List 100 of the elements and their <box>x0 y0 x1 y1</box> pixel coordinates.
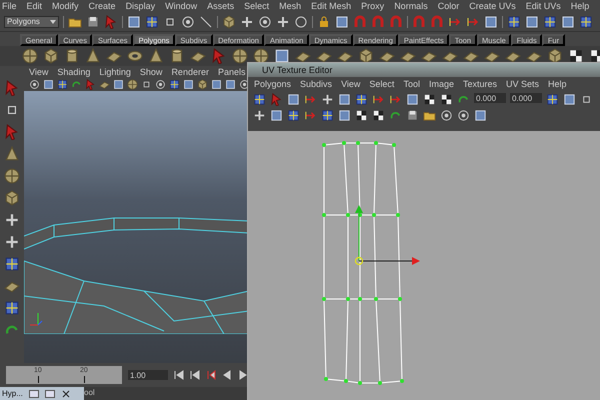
save-icon[interactable] <box>406 109 419 122</box>
box-icon[interactable] <box>335 14 349 28</box>
grid-icon[interactable] <box>546 93 559 106</box>
box-icon[interactable] <box>287 93 300 106</box>
menu-item[interactable]: Create <box>88 1 116 11</box>
target-icon[interactable] <box>440 109 453 122</box>
grid-icon[interactable] <box>57 79 68 90</box>
cross-icon[interactable] <box>4 234 20 250</box>
cone-icon[interactable] <box>85 48 101 64</box>
menu-item[interactable]: Image <box>428 79 454 89</box>
menu-item[interactable]: Edit UVs <box>526 1 561 11</box>
cross-icon[interactable] <box>253 109 266 122</box>
cube-icon[interactable] <box>4 190 20 206</box>
menu-item[interactable]: Display <box>126 1 156 11</box>
box-icon[interactable] <box>338 109 351 122</box>
menu-item[interactable]: Assets <box>207 1 234 11</box>
cube-icon[interactable] <box>43 48 59 64</box>
square-icon[interactable] <box>141 79 152 90</box>
sphere-icon[interactable] <box>127 79 138 90</box>
menu-item[interactable]: Textures <box>462 79 497 89</box>
torus-icon[interactable] <box>127 48 143 64</box>
menu-item[interactable]: View <box>341 79 360 89</box>
grid-icon[interactable] <box>253 93 266 106</box>
box-icon[interactable] <box>561 14 575 28</box>
line-icon[interactable] <box>199 14 213 28</box>
menu-item[interactable]: Select <box>244 1 270 11</box>
viewport-menu-item[interactable]: Show <box>140 67 162 77</box>
arrow-icon[interactable] <box>304 109 317 122</box>
grid-icon[interactable] <box>579 14 593 28</box>
minimized-window[interactable]: Hyp... <box>0 387 84 400</box>
cross-icon[interactable] <box>4 212 20 228</box>
menu-item[interactable]: Edit Mesh <box>311 1 352 11</box>
cone-icon[interactable] <box>148 48 164 64</box>
target-icon[interactable] <box>29 79 40 90</box>
grid-icon[interactable] <box>145 14 159 28</box>
grid-icon[interactable] <box>4 300 20 316</box>
cone-icon[interactable] <box>4 146 20 162</box>
viewport-menu-item[interactable]: View <box>29 67 48 77</box>
box-icon[interactable] <box>474 109 487 122</box>
box-icon[interactable] <box>274 48 290 64</box>
sphere-icon[interactable] <box>253 48 269 64</box>
menu-item[interactable]: Help <box>548 79 567 89</box>
menu-item[interactable]: Create UVs <box>469 1 516 11</box>
cube-icon[interactable] <box>358 48 374 64</box>
grid-icon[interactable] <box>169 79 180 90</box>
sphere-icon[interactable] <box>22 48 38 64</box>
box-icon[interactable] <box>338 93 351 106</box>
menu-item[interactable]: Help <box>570 1 590 11</box>
arrow-icon[interactable] <box>372 93 385 106</box>
lock-icon[interactable] <box>317 14 331 28</box>
grid-icon[interactable] <box>321 109 334 122</box>
menu-item[interactable]: Normals <box>394 1 428 11</box>
box-icon[interactable] <box>225 79 236 90</box>
grid-icon[interactable] <box>543 14 557 28</box>
current-frame-field[interactable]: 1.00 <box>128 370 168 380</box>
grid-icon[interactable] <box>287 109 300 122</box>
menu-item[interactable]: Subdivs <box>300 79 332 89</box>
grid-icon[interactable] <box>355 93 368 106</box>
play-backwards-icon[interactable] <box>222 370 232 380</box>
move-manipulator-icon[interactable] <box>354 205 420 266</box>
grid-icon[interactable] <box>507 14 521 28</box>
viewport-menu-item[interactable]: Lighting <box>99 67 131 77</box>
menu-item[interactable]: Modify <box>52 1 79 11</box>
menu-item[interactable]: Tool <box>403 79 420 89</box>
cross-icon[interactable] <box>240 14 254 28</box>
menu-item[interactable]: Edit <box>26 1 42 11</box>
grid-icon[interactable] <box>4 256 20 272</box>
checker-icon[interactable] <box>440 93 453 106</box>
menu-item[interactable]: Polygons <box>254 79 292 89</box>
menu-item[interactable]: Window <box>165 1 198 11</box>
step-back-key-icon[interactable] <box>190 370 200 380</box>
sphere-icon[interactable] <box>232 48 248 64</box>
cube-icon[interactable] <box>222 14 236 28</box>
rotate-icon[interactable] <box>71 79 82 90</box>
sphere-icon[interactable] <box>4 168 20 184</box>
target-icon[interactable] <box>258 14 272 28</box>
checker-icon[interactable] <box>355 109 368 122</box>
target-icon[interactable] <box>181 14 195 28</box>
viewport-menu-item[interactable]: Shading <box>57 67 90 77</box>
box-icon[interactable] <box>525 14 539 28</box>
cylinder-icon[interactable] <box>169 48 185 64</box>
box-icon[interactable] <box>211 79 222 90</box>
cylinder-icon[interactable] <box>64 48 80 64</box>
checker-icon[interactable] <box>568 48 584 64</box>
menu-item[interactable]: File <box>2 1 17 11</box>
play-icon[interactable] <box>238 370 248 380</box>
uv-coordinate-field[interactable]: 0.000 <box>510 93 542 103</box>
cube-icon[interactable] <box>547 48 563 64</box>
menu-item[interactable]: Select <box>369 79 394 89</box>
box-icon[interactable] <box>270 109 283 122</box>
step-back-frame-icon[interactable] <box>206 370 216 380</box>
box-icon[interactable] <box>406 93 419 106</box>
menu-item[interactable]: Mesh <box>279 1 302 11</box>
box-icon[interactable] <box>43 79 54 90</box>
cube-icon[interactable] <box>197 79 208 90</box>
cross-icon[interactable] <box>276 14 290 28</box>
menu-item[interactable]: Color <box>438 1 460 11</box>
checker-icon[interactable] <box>372 109 385 122</box>
target-icon[interactable] <box>457 109 470 122</box>
viewport-menu-item[interactable]: Panels <box>218 67 246 77</box>
